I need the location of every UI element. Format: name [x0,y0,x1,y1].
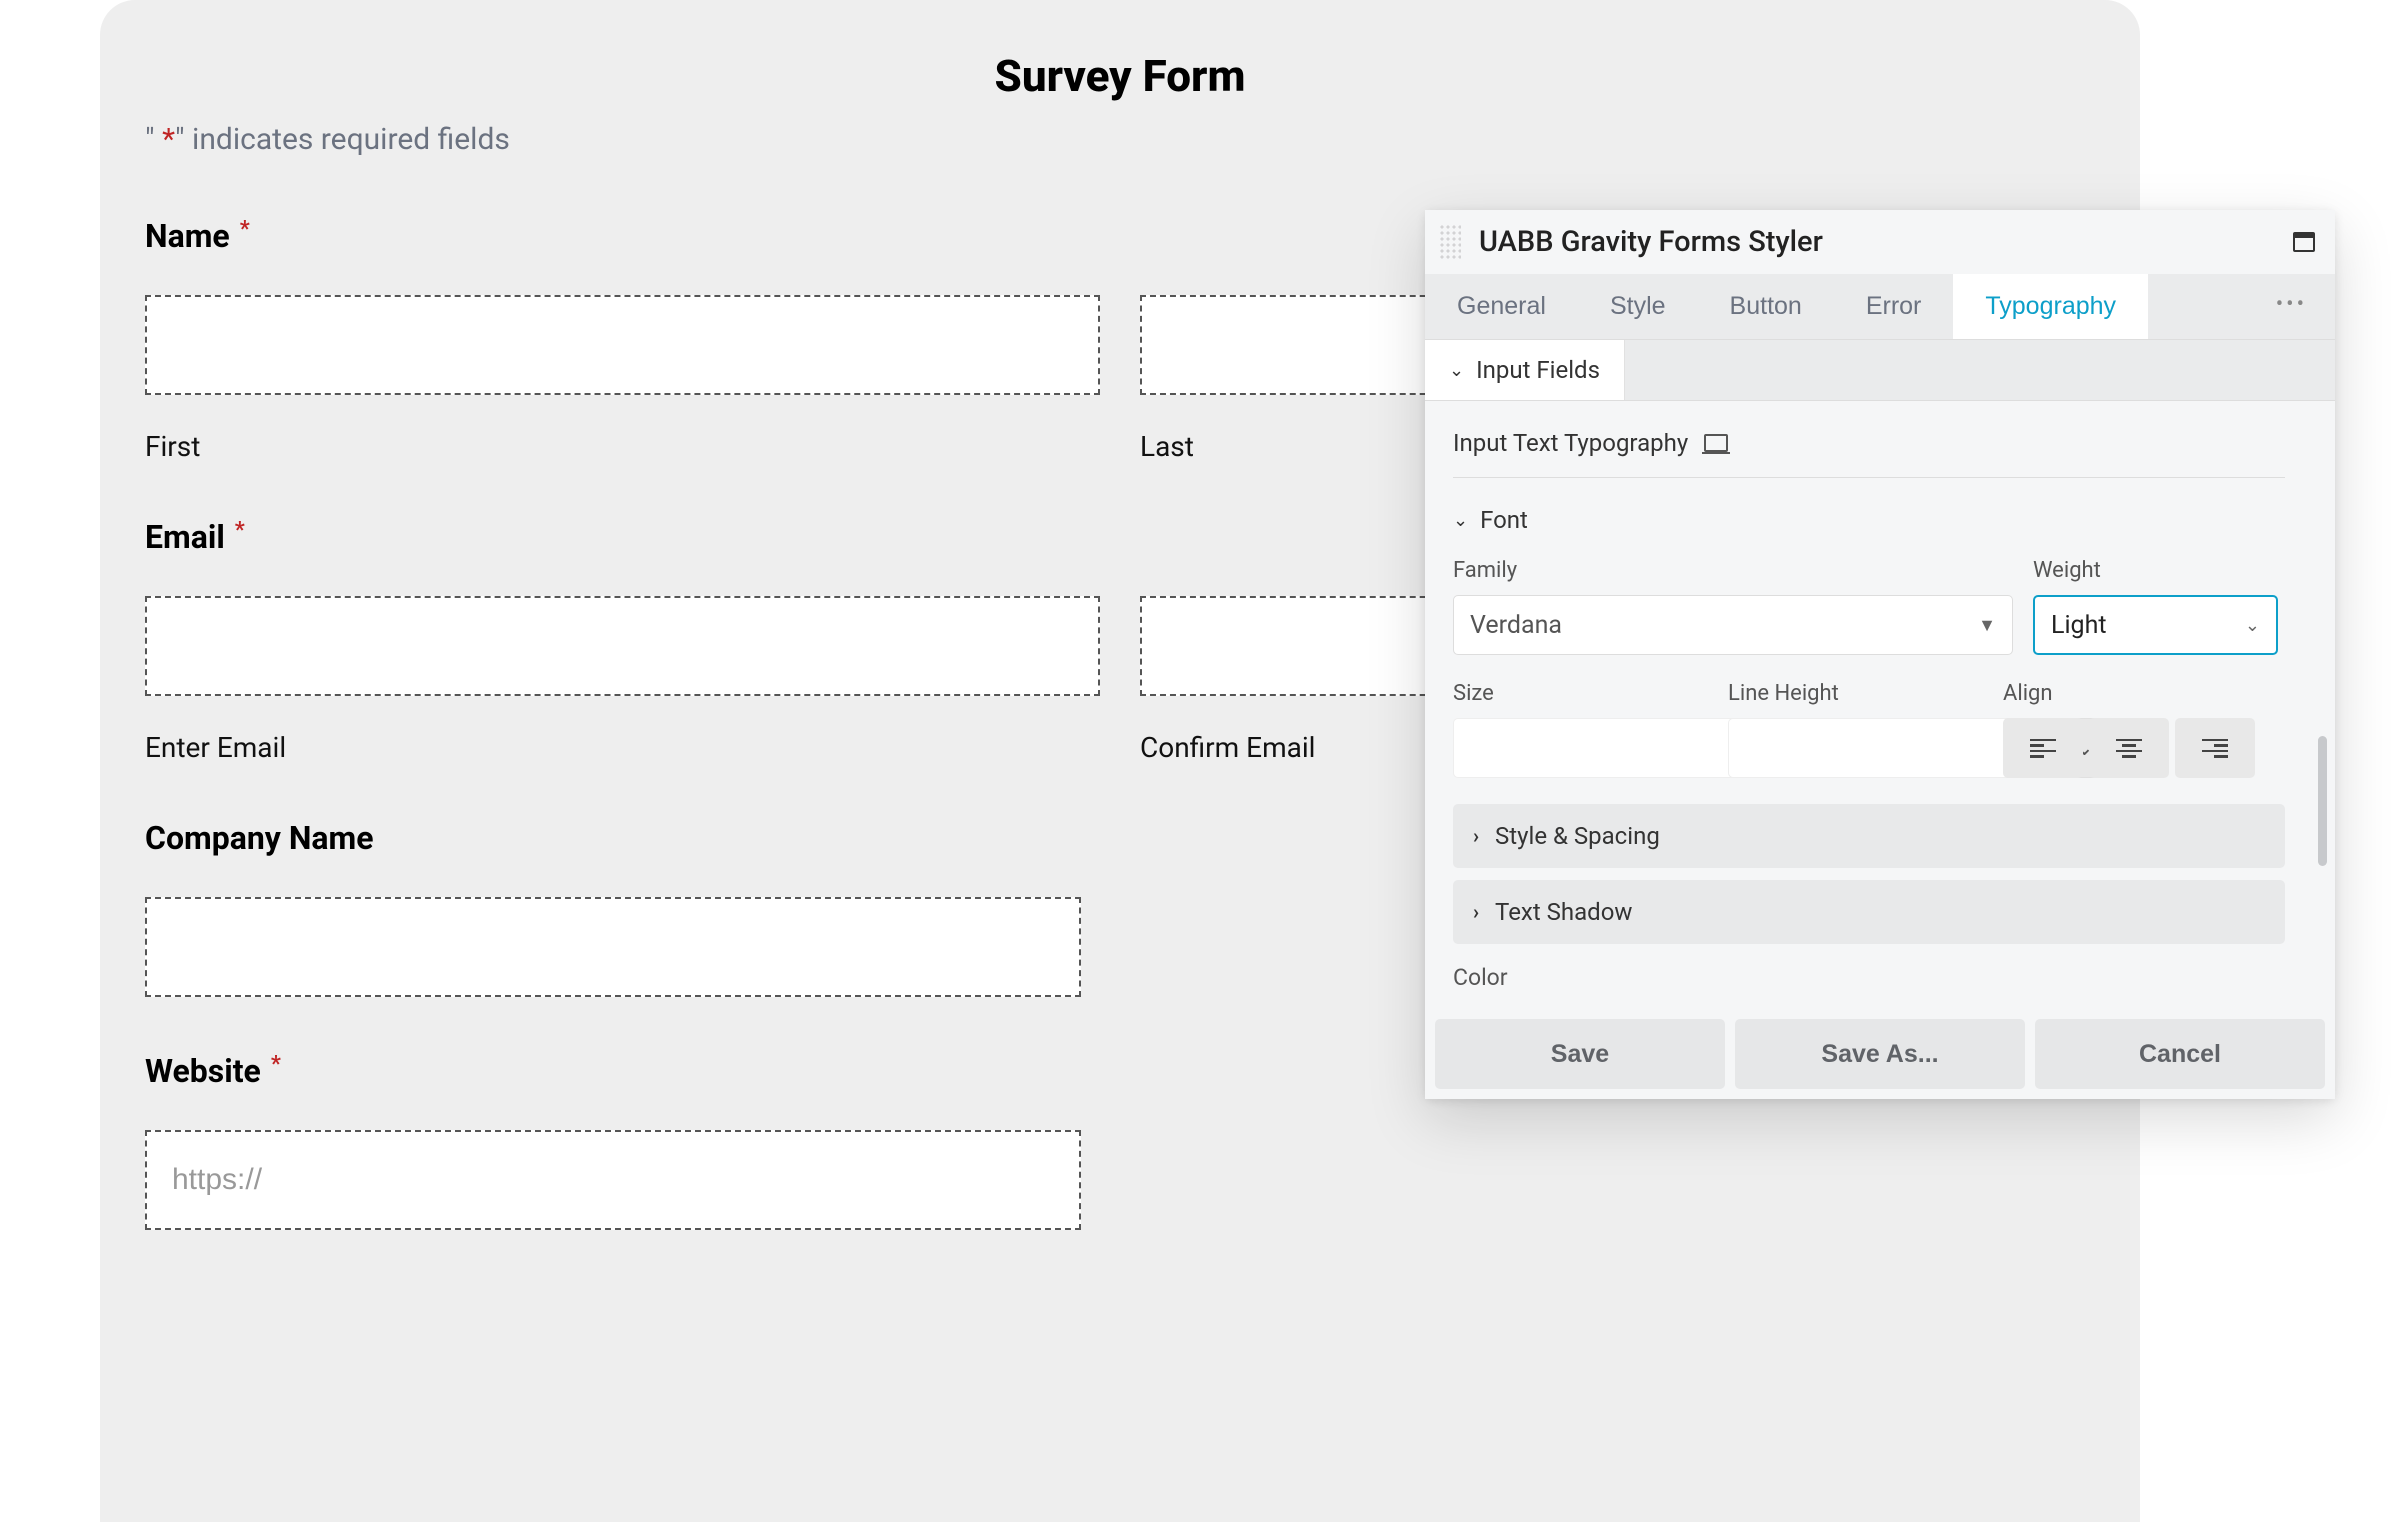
required-asterisk: * [240,217,250,242]
align-label: Align [2003,681,2255,706]
line-height-label: Line Height [1728,681,1983,706]
color-label: Color [1453,964,2285,991]
chevron-down-icon: ⌄ [1453,510,1468,531]
font-weight-select[interactable]: Light ⌄ [2033,595,2278,655]
family-label: Family [1453,558,2013,583]
tab-more-icon[interactable]: ••• [2248,274,2335,339]
line-height-input[interactable] [1728,718,2045,778]
panel-tabs: General Style Button Error Typography ••… [1425,274,2335,340]
drag-handle-icon[interactable] [1439,224,1461,260]
align-center-icon [2116,739,2142,758]
window-mode-icon[interactable] [2293,232,2315,252]
company-name-input[interactable] [145,897,1081,997]
panel-body: Input Text Typography ⌄ Font Family Verd… [1425,401,2335,1019]
enter-email-sublabel: Enter Email [145,731,1100,764]
divider [1453,477,2285,478]
align-right-icon [2202,739,2228,758]
tab-button[interactable]: Button [1698,274,1834,339]
save-as-button[interactable]: Save As... [1735,1019,2025,1089]
subsection-title: Input Text Typography [1453,429,1688,457]
tab-error[interactable]: Error [1834,274,1954,339]
responsive-device-icon[interactable] [1704,434,1728,452]
website-input[interactable] [145,1130,1081,1230]
align-left-button[interactable] [2003,718,2083,778]
tab-style[interactable]: Style [1578,274,1698,339]
panel-title: UABB Gravity Forms Styler [1479,225,2293,259]
required-fields-note: " *" indicates required fields [145,122,2095,157]
tab-general[interactable]: General [1425,274,1578,339]
chevron-right-icon: › [1473,900,1479,924]
form-title: Survey Form [145,50,2095,102]
tab-typography[interactable]: Typography [1953,274,2148,339]
scrollbar-thumb[interactable] [2318,736,2327,866]
styler-panel: UABB Gravity Forms Styler General Style … [1425,210,2335,1099]
asterisk-icon: * [162,122,175,157]
align-right-button[interactable] [2175,718,2255,778]
section-input-fields[interactable]: ⌄ Input Fields [1425,340,1625,400]
first-name-sublabel: First [145,430,1100,463]
panel-footer: Save Save As... Cancel [1425,1019,2335,1099]
weight-label: Weight [2033,558,2278,583]
panel-header[interactable]: UABB Gravity Forms Styler [1425,210,2335,274]
chevron-down-icon: ⌄ [1449,360,1464,381]
save-button[interactable]: Save [1435,1019,1725,1089]
required-asterisk: * [235,518,245,543]
first-name-input[interactable] [145,295,1100,395]
font-size-input[interactable] [1453,718,1770,778]
font-family-select[interactable]: Verdana ▼ [1453,595,2013,655]
align-center-button[interactable] [2089,718,2169,778]
enter-email-input[interactable] [145,596,1100,696]
text-shadow-section[interactable]: › Text Shadow [1453,880,2285,944]
style-spacing-section[interactable]: › Style & Spacing [1453,804,2285,868]
required-asterisk: * [271,1052,281,1077]
size-label: Size [1453,681,1708,706]
align-left-icon [2030,739,2056,758]
cancel-button[interactable]: Cancel [2035,1019,2325,1089]
caret-down-icon: ▼ [1978,615,1996,636]
chevron-right-icon: › [1473,824,1479,848]
font-section-toggle[interactable]: ⌄ Font [1453,496,2285,544]
chevron-down-icon: ⌄ [2245,615,2260,636]
